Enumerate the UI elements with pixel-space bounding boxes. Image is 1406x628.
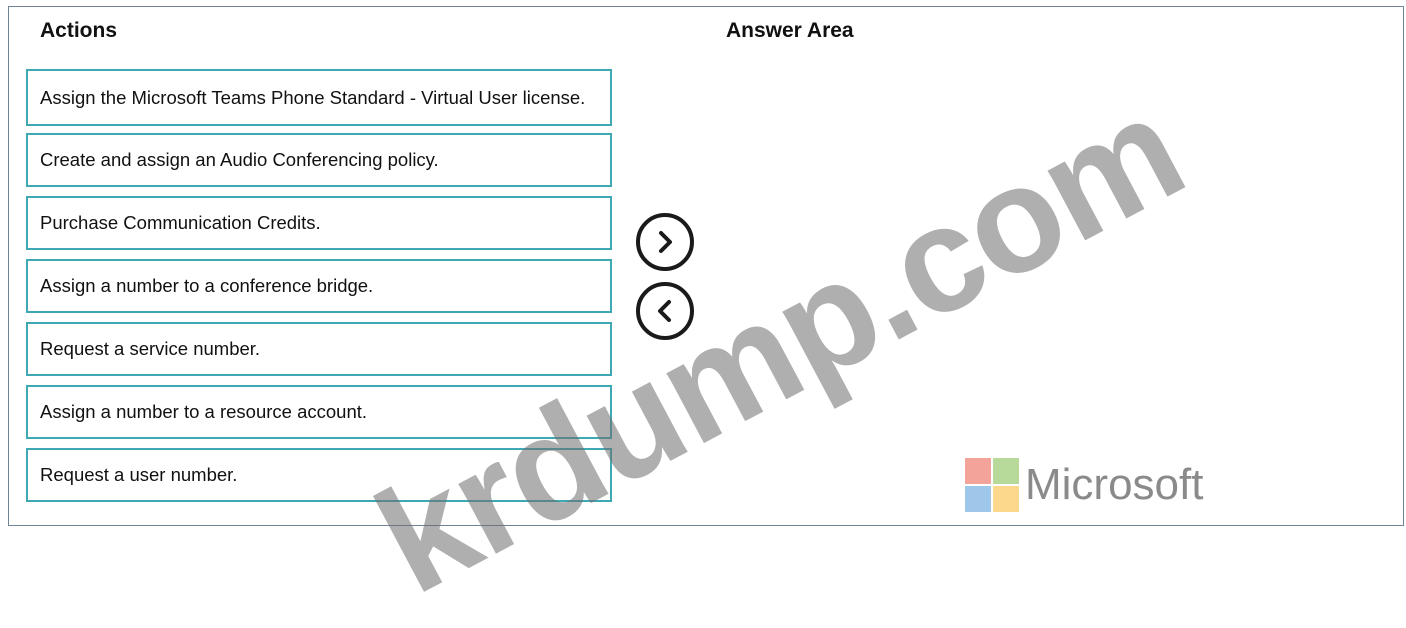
microsoft-logo: Microsoft <box>965 458 1203 512</box>
actions-heading: Actions <box>40 19 118 42</box>
move-left-button[interactable] <box>636 282 694 340</box>
move-right-button[interactable] <box>636 213 694 271</box>
action-item[interactable]: Assign the Microsoft Teams Phone Standar… <box>26 69 612 126</box>
microsoft-logo-text: Microsoft <box>1025 460 1204 509</box>
chevron-left-icon <box>658 300 671 322</box>
action-item[interactable]: Request a user number. <box>26 448 612 502</box>
action-item[interactable]: Request a service number. <box>26 322 612 376</box>
answer-area-dropzone[interactable] <box>720 60 1390 500</box>
chevron-right-icon <box>659 231 672 253</box>
action-item[interactable]: Purchase Communication Credits. <box>26 196 612 250</box>
microsoft-logo-icon <box>965 458 1019 512</box>
action-item[interactable]: Assign a number to a resource account. <box>26 385 612 439</box>
action-item[interactable]: Assign a number to a conference bridge. <box>26 259 612 313</box>
answer-area-heading: Answer Area <box>726 19 854 42</box>
action-item[interactable]: Create and assign an Audio Conferencing … <box>26 133 612 187</box>
